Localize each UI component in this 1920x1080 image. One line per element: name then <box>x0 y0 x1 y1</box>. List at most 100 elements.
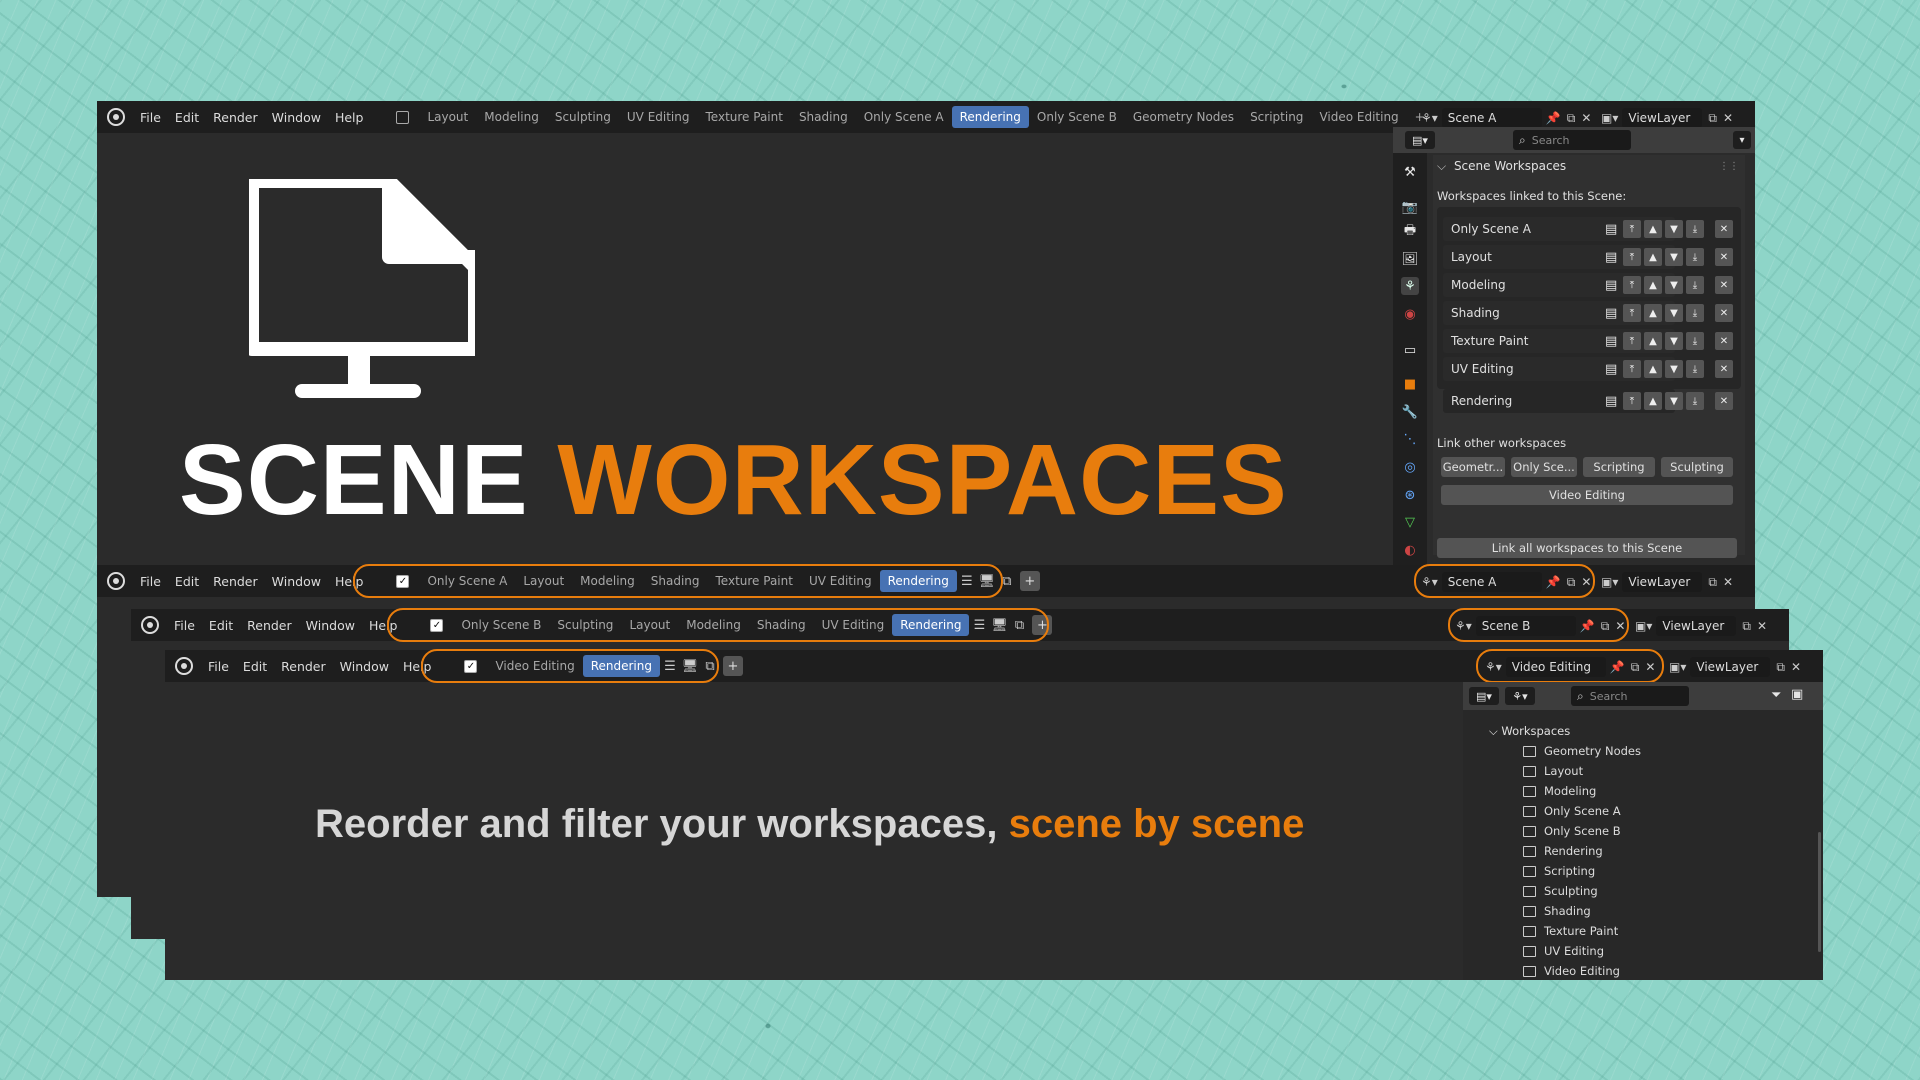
unlink-icon[interactable]: ✕ <box>1715 220 1733 238</box>
scene-tab-icon[interactable]: ⚘ <box>1401 277 1419 295</box>
unlink-icon[interactable]: ✕ <box>1715 304 1733 322</box>
move-down-icon[interactable]: ▼ <box>1665 220 1683 238</box>
output-icon[interactable]: 🖶 <box>1401 223 1419 241</box>
list-item[interactable]: Geometry Nodes <box>1523 744 1641 758</box>
particles-icon[interactable]: ⋱ <box>1401 430 1419 448</box>
tab-video-editing[interactable]: Video Editing <box>1311 106 1406 128</box>
move-bottom-icon[interactable]: ⤓ <box>1686 360 1704 378</box>
list-item[interactable]: Modeling ▤ ⤒ ▲ ▼ ⤓ ✕ <box>1443 273 1733 297</box>
link-geometry-nodes-button[interactable]: Geometr... <box>1441 457 1505 477</box>
blender-logo-icon[interactable] <box>107 572 125 590</box>
move-bottom-icon[interactable]: ⤓ <box>1686 304 1704 322</box>
tab-layout[interactable]: Layout <box>419 106 476 128</box>
menu-file[interactable]: File <box>133 110 168 125</box>
scene-selector[interactable]: ⚘▾ Scene A 📌 ⧉ ✕ <box>1421 107 1591 129</box>
list-item[interactable]: Rendering ▤ ⤒ ▲ ▼ ⤓ ✕ <box>1443 389 1733 413</box>
move-down-icon[interactable]: ▼ <box>1665 332 1683 350</box>
viewlayer-selector[interactable]: ▣▾ ViewLayer ⧉ ✕ <box>1601 571 1733 593</box>
move-down-icon[interactable]: ▼ <box>1665 360 1683 378</box>
unlink-icon[interactable]: ✕ <box>1715 332 1733 350</box>
list-item[interactable]: Only Scene B <box>1523 824 1621 838</box>
properties-search-input[interactable]: ⌕ Search <box>1513 130 1631 150</box>
menu-edit[interactable]: Edit <box>202 618 240 633</box>
move-down-icon[interactable]: ▼ <box>1665 276 1683 294</box>
menu-render[interactable]: Render <box>206 574 265 589</box>
add-workspace-icon[interactable]: + <box>722 656 743 676</box>
new-viewlayer-icon[interactable]: ⧉ <box>1708 575 1717 590</box>
blender-logo-icon[interactable] <box>175 657 193 675</box>
list-item[interactable]: Sculpting <box>1523 884 1598 898</box>
editor-type-icon[interactable]: ▤▾ <box>1405 131 1435 149</box>
new-collection-icon[interactable]: ▣ <box>1791 687 1803 702</box>
material-icon[interactable]: ◐ <box>1401 541 1419 559</box>
new-viewlayer-icon[interactable]: ⧉ <box>1708 111 1717 126</box>
move-up-icon[interactable]: ▲ <box>1644 392 1662 410</box>
move-bottom-icon[interactable]: ⤓ <box>1686 276 1704 294</box>
move-top-icon[interactable]: ⤒ <box>1623 332 1641 350</box>
add-workspace-icon[interactable]: + <box>1019 571 1040 591</box>
list-item[interactable]: Scripting <box>1523 864 1595 878</box>
drag-handle-icon[interactable]: ⋮⋮ <box>1719 161 1739 172</box>
menu-window[interactable]: Window <box>333 659 396 674</box>
menu-edit[interactable]: Edit <box>168 574 206 589</box>
menu-file[interactable]: File <box>167 618 202 633</box>
link-sculpting-button[interactable]: Sculpting <box>1661 457 1733 477</box>
tab-geometry-nodes[interactable]: Geometry Nodes <box>1125 106 1242 128</box>
display-mode-icon[interactable]: ⚘▾ <box>1505 687 1535 705</box>
scene-field[interactable]: Scene A <box>1441 108 1542 128</box>
scrollbar[interactable] <box>1818 832 1821 952</box>
render-icon[interactable]: 📷 <box>1401 198 1419 216</box>
tab-sculpting[interactable]: Sculpting <box>547 106 619 128</box>
menu-file[interactable]: File <box>201 659 236 674</box>
tab-shading[interactable]: Shading <box>791 106 856 128</box>
list-item[interactable]: UV Editing ▤ ⤒ ▲ ▼ ⤓ ✕ <box>1443 357 1733 381</box>
tab-texture-paint[interactable]: Texture Paint <box>698 106 791 128</box>
close-icon[interactable]: ✕ <box>1723 111 1733 125</box>
list-item[interactable]: Video Editing <box>1523 964 1620 978</box>
list-item[interactable]: Shading ▤ ⤒ ▲ ▼ ⤓ ✕ <box>1443 301 1733 325</box>
move-down-icon[interactable]: ▼ <box>1665 248 1683 266</box>
link-all-workspaces-button[interactable]: Link all workspaces to this Scene <box>1437 538 1737 558</box>
data-icon[interactable]: ▽ <box>1401 513 1419 531</box>
move-top-icon[interactable]: ⤒ <box>1623 304 1641 322</box>
menu-window[interactable]: Window <box>265 574 328 589</box>
viewlayer-field[interactable]: ViewLayer <box>1622 572 1703 592</box>
link-video-editing-button[interactable]: Video Editing <box>1441 485 1733 505</box>
tab-only-scene-b[interactable]: Only Scene B <box>1029 106 1125 128</box>
close-icon[interactable]: ✕ <box>1757 619 1767 633</box>
tab-rendering[interactable]: Rendering <box>951 106 1029 128</box>
move-bottom-icon[interactable]: ⤓ <box>1686 220 1704 238</box>
menu-window[interactable]: Window <box>265 110 328 125</box>
world-icon[interactable]: ◉ <box>1401 305 1419 323</box>
list-item[interactable]: Rendering <box>1523 844 1603 858</box>
editor-type-icon[interactable]: ▤▾ <box>1469 687 1499 705</box>
list-item[interactable]: Modeling <box>1523 784 1596 798</box>
menu-edit[interactable]: Edit <box>236 659 274 674</box>
collection-icon[interactable]: ▭ <box>1401 341 1419 359</box>
menu-help[interactable]: Help <box>328 110 371 125</box>
move-top-icon[interactable]: ⤒ <box>1623 248 1641 266</box>
move-down-icon[interactable]: ▼ <box>1665 304 1683 322</box>
move-up-icon[interactable]: ▲ <box>1644 248 1662 266</box>
move-up-icon[interactable]: ▲ <box>1644 304 1662 322</box>
tab-modeling[interactable]: Modeling <box>476 106 547 128</box>
menu-render[interactable]: Render <box>206 110 265 125</box>
viewlayer-selector[interactable]: ▣▾ ViewLayer ⧉ ✕ <box>1669 656 1801 678</box>
object-icon[interactable]: ■ <box>1401 375 1419 393</box>
constraints-icon[interactable]: ⊛ <box>1401 486 1419 504</box>
viewlayer-field[interactable]: ViewLayer <box>1656 616 1737 636</box>
move-top-icon[interactable]: ⤒ <box>1623 276 1641 294</box>
list-item[interactable]: Texture Paint ▤ ⤒ ▲ ▼ ⤓ ✕ <box>1443 329 1733 353</box>
unlink-icon[interactable]: ✕ <box>1715 248 1733 266</box>
menu-window[interactable]: Window <box>299 618 362 633</box>
move-top-icon[interactable]: ⤒ <box>1623 220 1641 238</box>
blender-logo-icon[interactable] <box>141 616 159 634</box>
new-viewlayer-icon[interactable]: ⧉ <box>1742 619 1751 634</box>
list-item[interactable]: Layout ▤ ⤒ ▲ ▼ ⤓ ✕ <box>1443 245 1733 269</box>
close-icon[interactable]: ✕ <box>1723 575 1733 589</box>
close-icon[interactable]: ✕ <box>1581 111 1591 125</box>
move-up-icon[interactable]: ▲ <box>1644 360 1662 378</box>
move-down-icon[interactable]: ▼ <box>1665 392 1683 410</box>
move-bottom-icon[interactable]: ⤓ <box>1686 332 1704 350</box>
unlink-icon[interactable]: ✕ <box>1715 276 1733 294</box>
